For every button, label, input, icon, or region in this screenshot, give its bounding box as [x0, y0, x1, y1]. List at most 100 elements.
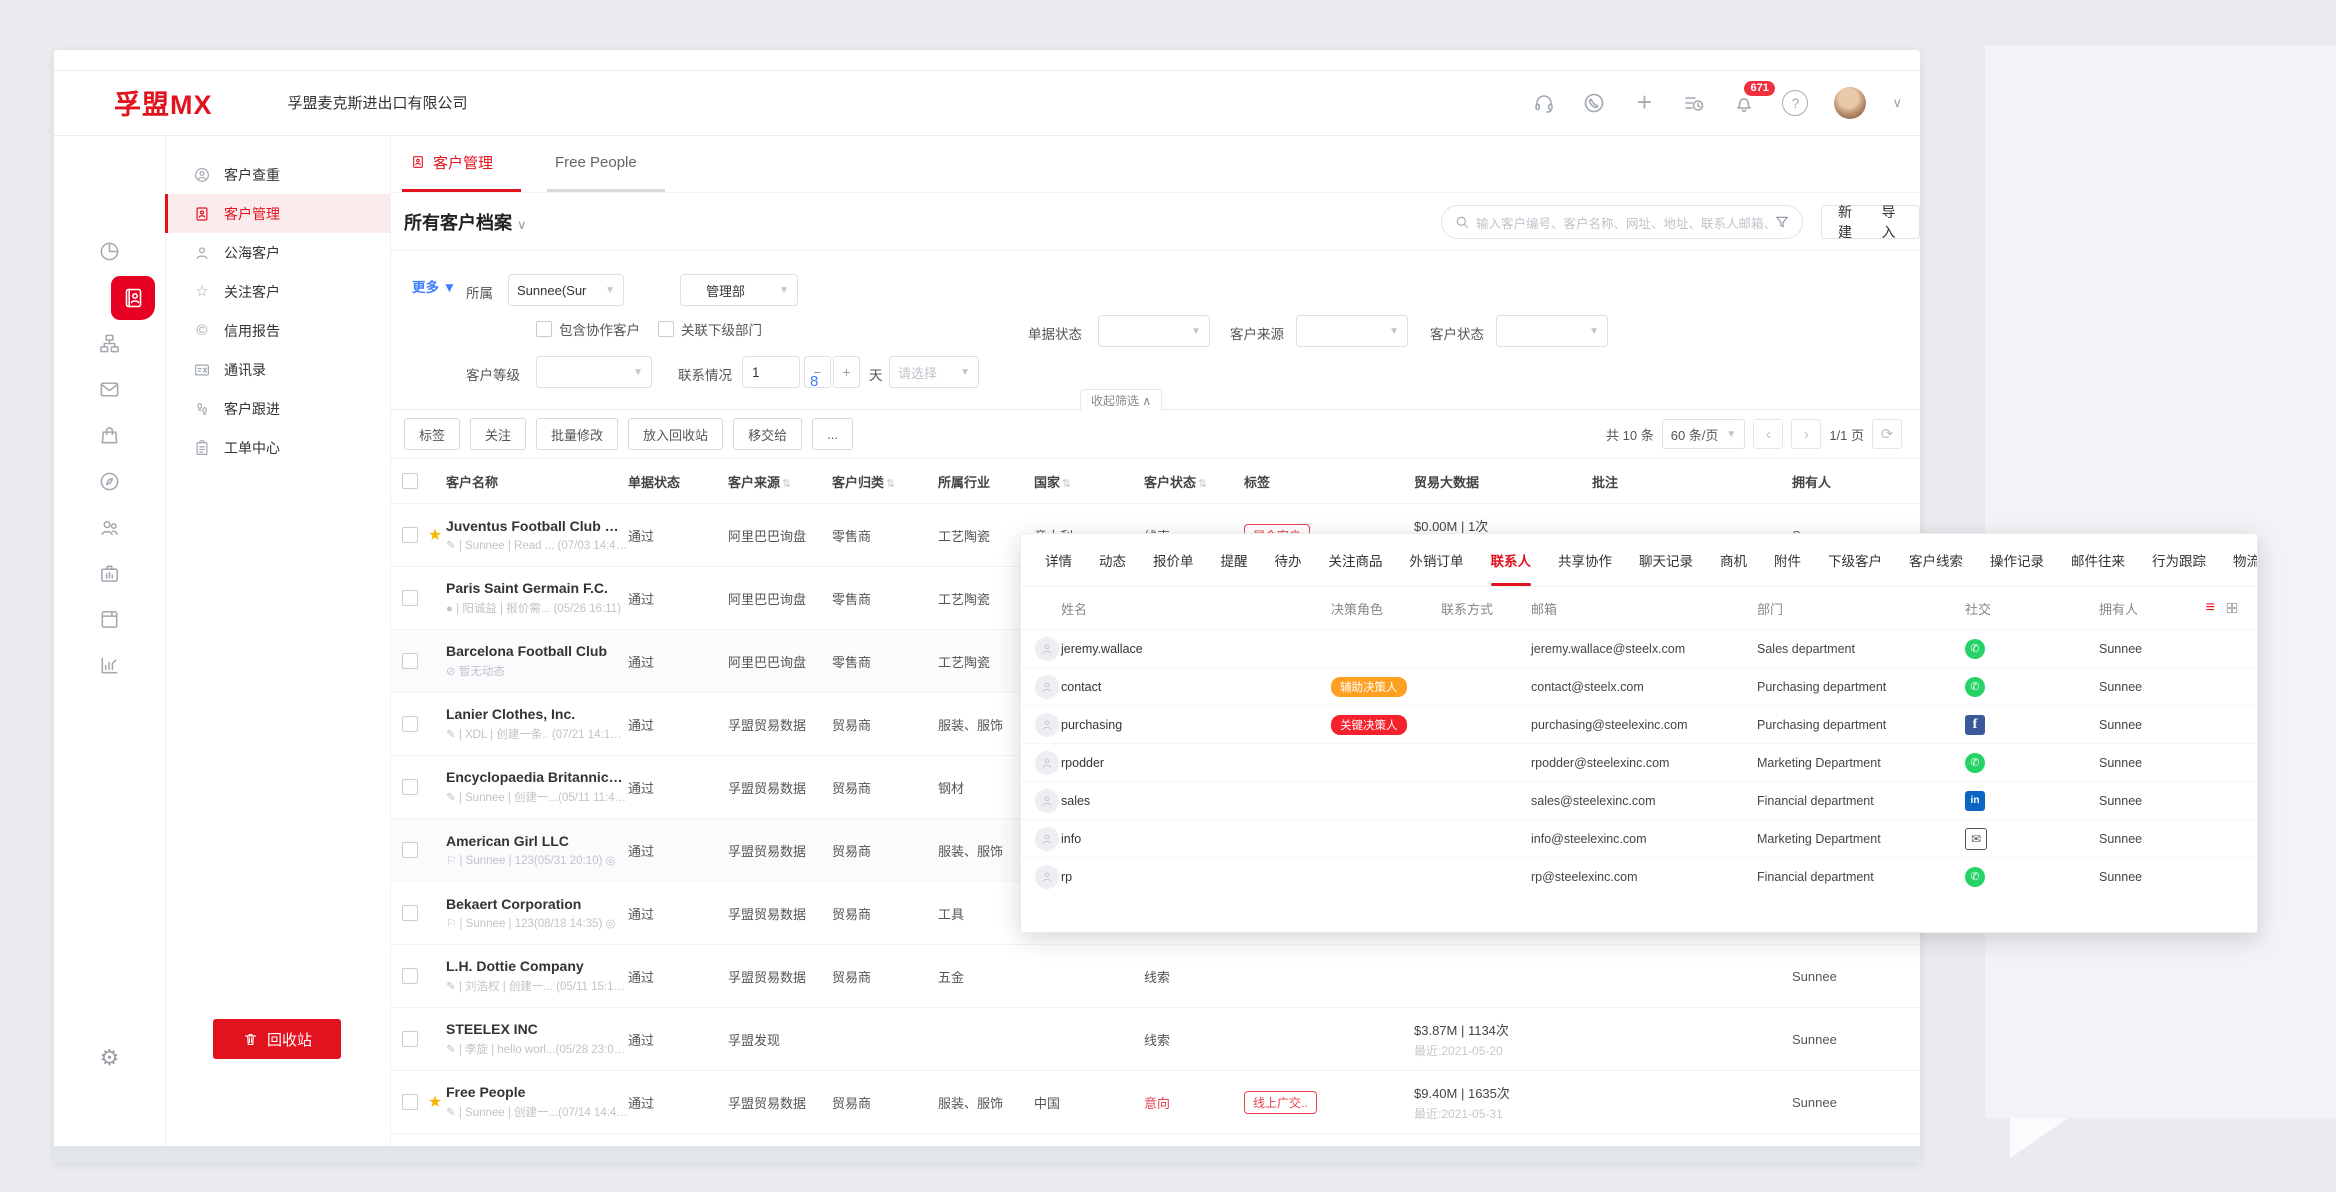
rail-item-docs[interactable] [54, 608, 165, 631]
popup-tab-操作记录[interactable]: 操作记录 [1990, 534, 2044, 586]
table-row[interactable]: L.H. Dottie Company✎ | 刘浩权 | 创建一... (05/… [390, 945, 1920, 1008]
popup-tab-聊天记录[interactable]: 聊天记录 [1639, 534, 1693, 586]
settings-gear-icon[interactable]: ⚙ [54, 1045, 165, 1071]
contact-email[interactable]: rpodder@steelexinc.com [1531, 756, 1757, 770]
row-checkbox[interactable] [402, 968, 418, 984]
list-view-icon[interactable]: ≡ [2206, 599, 2215, 617]
contact-email[interactable]: sales@steelexinc.com [1531, 794, 1757, 808]
department-select[interactable]: 管理部▼ [680, 274, 798, 306]
row-checkbox[interactable] [402, 590, 418, 606]
checkbox[interactable] [536, 321, 552, 337]
sort-icon[interactable]: ⇅ [782, 478, 791, 490]
contact-days-input[interactable]: 1 [742, 356, 800, 388]
contact-email[interactable]: contact@steelx.com [1531, 680, 1757, 694]
column-header[interactable]: 单据状态 [628, 472, 728, 491]
toolbar-button-4[interactable]: 放入回收站 [628, 418, 723, 450]
column-header[interactable]: 拥有人 [1792, 472, 1920, 491]
whatsapp-icon[interactable]: ✆ [1965, 677, 1985, 697]
refresh-button[interactable]: ⟳ [1872, 419, 1902, 449]
customer-name[interactable]: Lanier Clothes, Inc. [446, 706, 628, 722]
checkbox[interactable] [658, 321, 674, 337]
contact-type-select[interactable]: 请选择▼ [889, 356, 979, 388]
popup-tab-关注商品[interactable]: 关注商品 [1329, 534, 1383, 586]
sidebar-item-8[interactable]: 工单中心 [165, 428, 390, 467]
sidebar-item-4[interactable]: ☆关注客户 [165, 272, 390, 311]
customer-name[interactable]: Paris Saint Germain F.C. [446, 580, 628, 596]
customer-name[interactable]: American Girl LLC [446, 833, 628, 849]
toolbar-button-1[interactable]: 标签 [404, 418, 460, 450]
star-icon[interactable]: ★ [424, 1092, 446, 1112]
customer-name[interactable]: L.H. Dottie Company [446, 958, 628, 974]
tag-chip[interactable]: 线上广交.. [1244, 1091, 1317, 1114]
rail-item-organization[interactable] [54, 332, 165, 355]
popup-tab-报价单[interactable]: 报价单 [1153, 534, 1194, 586]
rail-item-dashboard[interactable] [54, 240, 165, 263]
horizontal-scrollbar[interactable] [54, 1146, 1920, 1163]
column-header[interactable]: 标签 [1244, 472, 1414, 491]
popup-tab-行为跟踪[interactable]: 行为跟踪 [2152, 534, 2206, 586]
contact-row[interactable]: rpodderrpodder@steelexinc.comMarketing D… [1021, 743, 2257, 781]
contact-name[interactable]: info [1061, 832, 1331, 846]
row-checkbox[interactable] [402, 1031, 418, 1047]
row-checkbox[interactable] [402, 653, 418, 669]
increment-button[interactable]: + [833, 356, 860, 388]
column-header[interactable]: 贸易大数据 [1414, 472, 1592, 491]
whatsapp-icon[interactable]: ✆ [1965, 867, 1985, 887]
contact-row[interactable]: infoinfo@steelexinc.comMarketing Departm… [1021, 819, 2257, 857]
contact-name[interactable]: contact [1061, 680, 1331, 694]
contact-row[interactable]: contact辅助决策人contact@steelx.comPurchasing… [1021, 667, 2257, 705]
sidebar-item-2[interactable]: 客户管理 [165, 194, 390, 233]
sort-icon[interactable]: ⇅ [1198, 478, 1207, 490]
rail-item-team[interactable] [54, 516, 165, 539]
contact-email[interactable]: purchasing@steelexinc.com [1531, 718, 1757, 732]
toolbar-button-3[interactable]: 批量修改 [536, 418, 618, 450]
column-header[interactable]: 批注 [1592, 472, 1792, 491]
popup-tab-客户线索[interactable]: 客户线索 [1909, 534, 1963, 586]
rail-item-customers[interactable] [111, 276, 155, 320]
sidebar-item-5[interactable]: ©信用报告 [165, 311, 390, 350]
row-checkbox[interactable] [402, 527, 418, 543]
popup-tab-共享协作[interactable]: 共享协作 [1558, 534, 1612, 586]
sort-icon[interactable]: ⇅ [1062, 478, 1071, 490]
rail-item-business[interactable] [54, 562, 165, 585]
popup-tab-附件[interactable]: 附件 [1774, 534, 1801, 586]
row-checkbox[interactable] [402, 842, 418, 858]
row-checkbox[interactable] [402, 716, 418, 732]
contact-name[interactable]: purchasing [1061, 718, 1331, 732]
whatsapp-icon[interactable]: ✆ [1965, 639, 1985, 659]
customer-name[interactable]: STEELEX INC [446, 1021, 628, 1037]
more-filters-button[interactable]: 更多 ▼ [412, 276, 456, 296]
sort-icon[interactable]: ⇅ [886, 478, 895, 490]
facebook-icon[interactable]: f [1965, 715, 1985, 735]
customer-name[interactable]: Bekaert Corporation [446, 896, 628, 912]
contact-email[interactable]: rp@steelexinc.com [1531, 870, 1757, 884]
customer-name[interactable]: Barcelona Football Club [446, 643, 628, 659]
rail-item-discovery[interactable] [54, 470, 165, 493]
whatsapp-icon[interactable]: ✆ [1965, 753, 1985, 773]
history-icon[interactable] [1682, 91, 1706, 115]
customer-name[interactable]: Encyclopaedia Britannica , Inc. [446, 769, 628, 785]
popup-tab-邮件往来[interactable]: 邮件往来 [2071, 534, 2125, 586]
recycle-bin-button[interactable]: 回收站 [213, 1019, 341, 1059]
popup-tab-外销订单[interactable]: 外销订单 [1410, 534, 1464, 586]
contact-name[interactable]: jeremy.wallace [1061, 642, 1331, 656]
column-header[interactable]: 所属行业 [938, 472, 1034, 491]
column-header[interactable]: 客户归类⇅ [832, 472, 938, 491]
include-collab-checkbox[interactable]: 包含协作客户 [536, 319, 640, 339]
toolbar-button-5[interactable]: 移交给 [733, 418, 802, 450]
grid-view-icon[interactable] [2225, 601, 2239, 615]
doc-status-select[interactable]: ▼ [1098, 315, 1210, 347]
chevron-down-icon[interactable]: ∨ [1892, 95, 1902, 111]
plus-icon[interactable]: + [1632, 91, 1656, 115]
search-input[interactable]: 输入客户编号、客户名称、网址、地址、联系人邮箱、联系 [1441, 205, 1803, 239]
help-icon[interactable]: ? [1782, 90, 1808, 116]
sidebar-item-3[interactable]: 公海客户 [165, 233, 390, 272]
popup-tab-下级客户[interactable]: 下级客户 [1828, 534, 1882, 586]
contact-email[interactable]: info@steelexinc.com [1531, 832, 1757, 846]
row-checkbox[interactable] [402, 905, 418, 921]
contact-row[interactable]: salessales@steelexinc.comFinancial depar… [1021, 781, 2257, 819]
cstate-select[interactable]: ▼ [1496, 315, 1608, 347]
star-icon[interactable]: ★ [424, 525, 446, 545]
popup-tab-动态[interactable]: 动态 [1099, 534, 1126, 586]
rail-item-mail[interactable] [54, 378, 165, 401]
